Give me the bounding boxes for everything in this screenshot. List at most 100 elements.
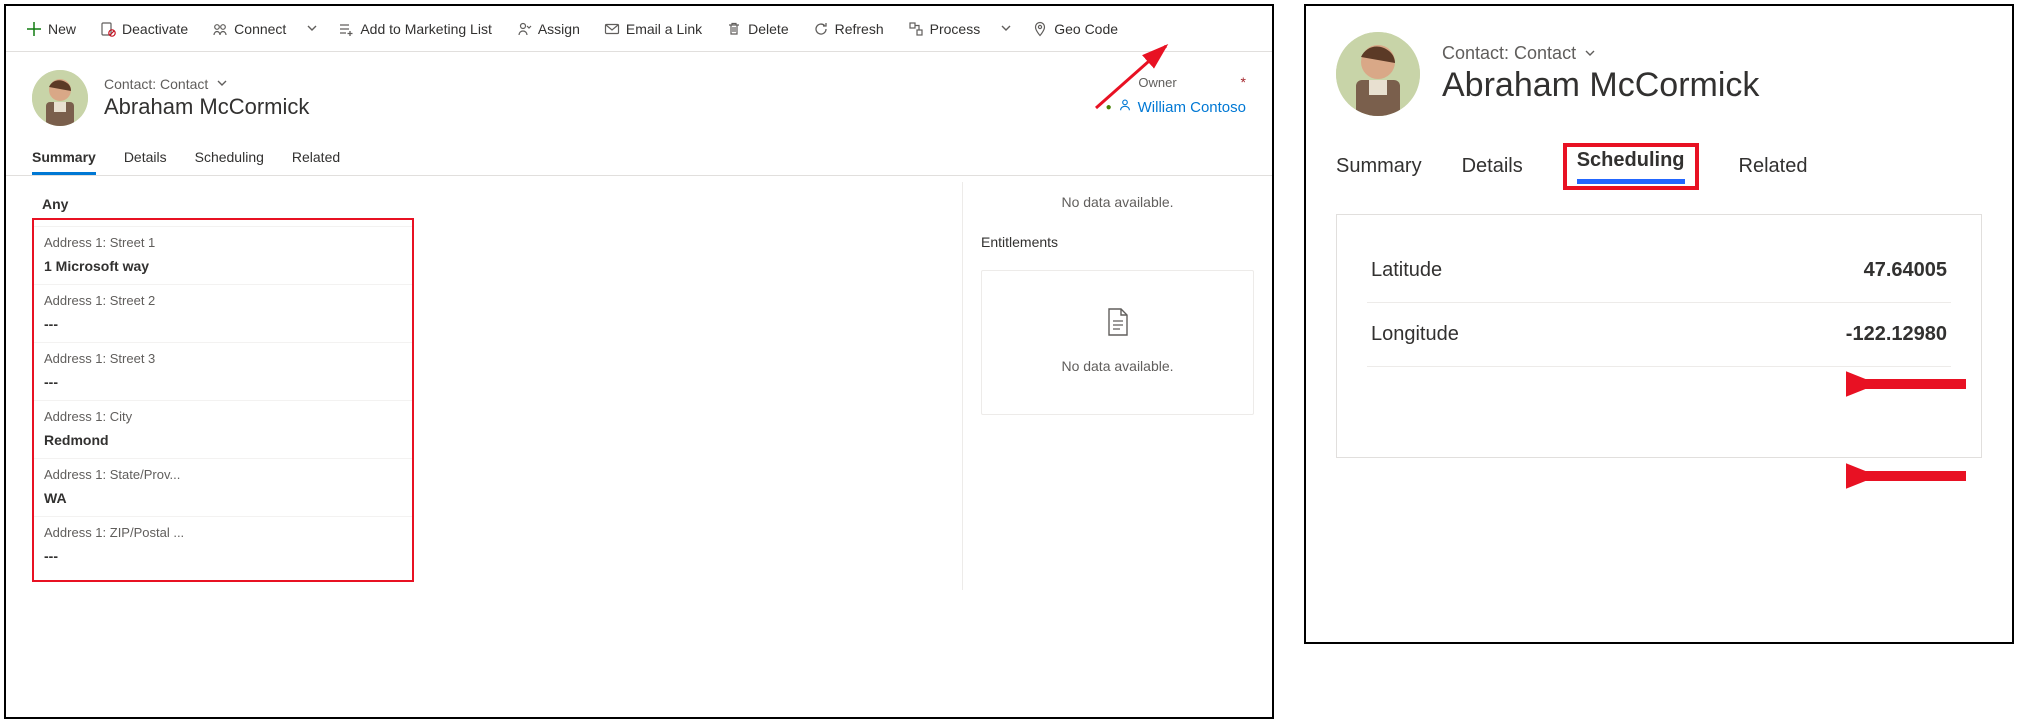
- column-middle: [426, 182, 962, 590]
- record-breadcrumb[interactable]: Contact: Contact: [104, 76, 309, 92]
- map-pin-icon: [1032, 21, 1048, 37]
- owner-label: Owner: [1138, 75, 1176, 90]
- tab-summary[interactable]: Summary: [1336, 155, 1422, 190]
- tab-details[interactable]: Details: [1462, 155, 1523, 190]
- tab-summary[interactable]: Summary: [32, 149, 96, 175]
- no-data-card: No data available.: [1057, 354, 1177, 378]
- latitude-row[interactable]: Latitude 47.64005: [1367, 239, 1951, 303]
- owner-value-link[interactable]: ● William Contoso: [1106, 98, 1246, 116]
- field-value: Redmond: [44, 428, 402, 448]
- assign-label: Assign: [538, 21, 580, 37]
- tab-details[interactable]: Details: [124, 149, 167, 175]
- record-header-right: Contact: Contact Abraham McCormick: [1306, 6, 2012, 134]
- add-marketing-label: Add to Marketing List: [360, 21, 492, 37]
- connect-label: Connect: [234, 21, 286, 37]
- field-street3[interactable]: Address 1: Street 3 ---: [34, 342, 412, 400]
- field-label: Address 1: State/Prov...: [44, 463, 402, 486]
- no-data-top: No data available.: [981, 190, 1254, 214]
- field-city[interactable]: Address 1: City Redmond: [34, 400, 412, 458]
- record-breadcrumb[interactable]: Contact: Contact: [1442, 43, 1759, 64]
- plus-icon: [26, 21, 42, 37]
- longitude-row[interactable]: Longitude -122.12980: [1367, 303, 1951, 367]
- assign-icon: [516, 21, 532, 37]
- assign-button[interactable]: Assign: [504, 6, 592, 51]
- command-bar: New Deactivate Connect Add to Marketin: [6, 6, 1272, 52]
- longitude-value: -122.12980: [1846, 323, 1947, 346]
- geocode-button[interactable]: Geo Code: [1020, 6, 1130, 51]
- tab-scheduling-highlight: Scheduling: [1563, 143, 1699, 190]
- annotation-arrow-lat: [1846, 364, 1976, 404]
- tabs-left: Summary Details Scheduling Related: [6, 136, 1272, 176]
- field-value: ---: [44, 544, 402, 564]
- column-left: Any Address 1: Street 1 1 Microsoft way …: [6, 182, 426, 590]
- entitlements-title: Entitlements: [981, 228, 1254, 256]
- connect-button[interactable]: Connect: [200, 21, 298, 37]
- owner-block: Owner * ● William Contoso: [1106, 70, 1246, 126]
- geocode-label: Geo Code: [1054, 21, 1118, 37]
- connect-icon: [212, 21, 228, 37]
- entitlements-card: No data available.: [981, 270, 1254, 415]
- left-panel: New Deactivate Connect Add to Marketin: [4, 4, 1274, 719]
- coordinates-card: Latitude 47.64005 Longitude -122.12980: [1336, 214, 1982, 458]
- chevron-down-icon: [1000, 21, 1012, 37]
- field-label: Address 1: Street 3: [44, 347, 402, 370]
- right-panel: Contact: Contact Abraham McCormick Summa…: [1304, 4, 2014, 644]
- tab-scheduling[interactable]: Scheduling: [195, 149, 264, 175]
- add-marketing-button[interactable]: Add to Marketing List: [326, 6, 504, 51]
- tab-scheduling[interactable]: Scheduling: [1577, 149, 1685, 184]
- trash-icon: [726, 21, 742, 37]
- body-area: Any Address 1: Street 1 1 Microsoft way …: [6, 176, 1272, 590]
- field-label: Address 1: Street 1: [44, 231, 402, 254]
- field-street1[interactable]: Address 1: Street 1 1 Microsoft way: [34, 226, 412, 284]
- new-button[interactable]: New: [14, 6, 88, 51]
- breadcrumb-label: Contact: Contact: [1442, 43, 1576, 64]
- delete-label: Delete: [748, 21, 788, 37]
- deactivate-button[interactable]: Deactivate: [88, 6, 200, 51]
- field-street2[interactable]: Address 1: Street 2 ---: [34, 284, 412, 342]
- refresh-button[interactable]: Refresh: [801, 6, 896, 51]
- process-button[interactable]: Process: [896, 21, 993, 37]
- person-icon: [1118, 98, 1132, 116]
- connect-chevron[interactable]: [298, 21, 326, 37]
- field-zip[interactable]: Address 1: ZIP/Postal ... ---: [34, 516, 412, 574]
- field-label: Address 1: Street 2: [44, 289, 402, 312]
- avatar: [1336, 32, 1420, 116]
- add-list-icon: [338, 21, 354, 37]
- owner-required: *: [1241, 74, 1246, 90]
- email-link-label: Email a Link: [626, 21, 702, 37]
- field-value: ---: [44, 312, 402, 332]
- record-header: Contact: Contact Abraham McCormick Owner…: [6, 52, 1272, 136]
- chevron-down-icon: [306, 21, 318, 37]
- record-name: Abraham McCormick: [1442, 66, 1759, 105]
- field-state[interactable]: Address 1: State/Prov... WA: [34, 458, 412, 516]
- email-link-button[interactable]: Email a Link: [592, 6, 714, 51]
- latitude-value: 47.64005: [1864, 259, 1947, 282]
- longitude-label: Longitude: [1371, 323, 1459, 346]
- column-right: No data available. Entitlements No data …: [962, 182, 1272, 590]
- refresh-label: Refresh: [835, 21, 884, 37]
- field-any[interactable]: Any: [32, 190, 414, 218]
- process-chevron[interactable]: [992, 21, 1020, 37]
- field-label: Address 1: City: [44, 405, 402, 428]
- owner-name: William Contoso: [1138, 99, 1246, 116]
- email-icon: [604, 21, 620, 37]
- tab-related[interactable]: Related: [292, 149, 340, 175]
- address-group: Address 1: Street 1 1 Microsoft way Addr…: [32, 218, 414, 582]
- new-label: New: [48, 21, 76, 37]
- deactivate-icon: [100, 21, 116, 37]
- tabs-right: Summary Details Scheduling Related: [1306, 134, 2012, 190]
- tab-related[interactable]: Related: [1739, 155, 1808, 190]
- record-name: Abraham McCormick: [104, 94, 309, 120]
- delete-button[interactable]: Delete: [714, 6, 800, 51]
- chevron-down-icon: [216, 76, 228, 92]
- document-icon: [1105, 307, 1131, 340]
- chevron-down-icon: [1584, 43, 1596, 64]
- latitude-label: Latitude: [1371, 259, 1442, 282]
- process-label: Process: [930, 21, 981, 37]
- field-value: 1 Microsoft way: [44, 254, 402, 274]
- process-icon: [908, 21, 924, 37]
- field-value: WA: [44, 486, 402, 506]
- breadcrumb-label: Contact: Contact: [104, 76, 208, 92]
- refresh-icon: [813, 21, 829, 37]
- deactivate-label: Deactivate: [122, 21, 188, 37]
